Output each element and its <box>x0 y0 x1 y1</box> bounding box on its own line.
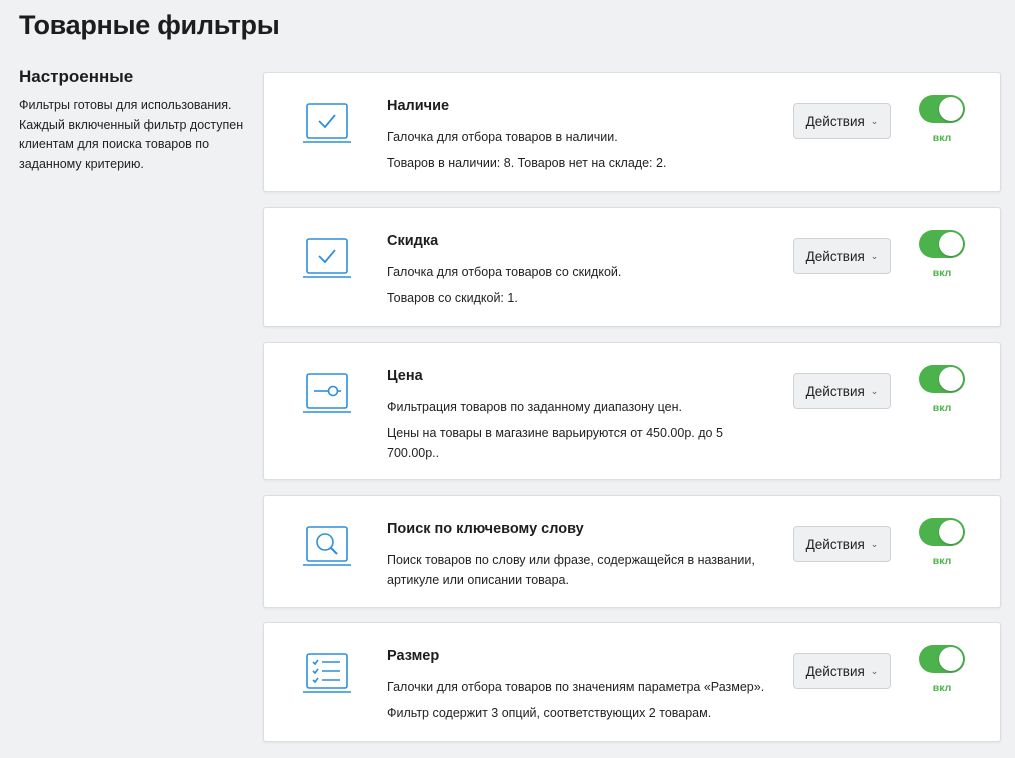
toggle-knob <box>939 367 963 391</box>
filter-description: Галочки для отбора товаров по значениям … <box>387 677 787 723</box>
toggle-knob <box>939 647 963 671</box>
toggle-status-label: вкл <box>932 267 952 279</box>
sidebar: Настроенные Фильтры готовы для использов… <box>19 67 251 174</box>
slider-icon <box>301 371 353 415</box>
filter-description: Фильтрация товаров по заданному диапазон… <box>387 397 787 463</box>
actions-label: Действия <box>805 536 865 552</box>
sidebar-description: Фильтры готовы для использования. Каждый… <box>19 98 244 171</box>
search-icon <box>301 524 353 568</box>
enable-toggle[interactable] <box>919 230 965 258</box>
filter-title: Цена <box>387 368 423 384</box>
filter-info-text: Товаров в наличии: 8. Товаров нет на скл… <box>387 156 667 170</box>
toggle-knob <box>939 520 963 544</box>
toggle-status-label: вкл <box>932 132 952 144</box>
chevron-down-icon: ⌄ <box>870 539 879 549</box>
filter-title: Поиск по ключевому слову <box>387 521 584 537</box>
filter-desc-text: Поиск товаров по слову или фразе, содерж… <box>387 553 755 587</box>
filter-card-keyword-search: Поиск по ключевому слову Поиск товаров п… <box>263 495 1001 608</box>
chevron-down-icon: ⌄ <box>870 116 879 126</box>
filter-info-text: Товаров со скидкой: 1. <box>387 291 518 305</box>
actions-dropdown-button[interactable]: Действия ⌄ <box>793 653 891 689</box>
filter-card-size: Размер Галочки для отбора товаров по зна… <box>263 622 1001 742</box>
filter-info-text: Фильтр содержит 3 опций, соответствующих… <box>387 706 712 720</box>
checkbox-icon <box>301 101 353 145</box>
chevron-down-icon: ⌄ <box>870 251 879 261</box>
enable-toggle[interactable] <box>919 365 965 393</box>
toggle-status-label: вкл <box>932 402 952 414</box>
toggle-knob <box>939 97 963 121</box>
page-title: Товарные фильтры <box>19 10 280 40</box>
filter-desc-text: Галочки для отбора товаров по значениям … <box>387 680 765 694</box>
filter-description: Галочка для отбора товаров в наличии. То… <box>387 127 787 173</box>
actions-label: Действия <box>805 383 865 399</box>
actions-label: Действия <box>805 663 865 679</box>
chevron-down-icon: ⌄ <box>870 386 879 396</box>
filter-description: Галочка для отбора товаров со скидкой. Т… <box>387 262 787 308</box>
enable-toggle[interactable] <box>919 518 965 546</box>
actions-dropdown-button[interactable]: Действия ⌄ <box>793 373 891 409</box>
toggle-knob <box>939 232 963 256</box>
enable-toggle[interactable] <box>919 645 965 673</box>
enable-toggle[interactable] <box>919 95 965 123</box>
filter-desc-text: Галочка для отбора товаров со скидкой. <box>387 265 622 279</box>
filter-desc-text: Галочка для отбора товаров в наличии. <box>387 130 618 144</box>
chevron-down-icon: ⌄ <box>870 666 879 676</box>
toggle-status-label: вкл <box>932 682 952 694</box>
filter-card-discount: Скидка Галочка для отбора товаров со ски… <box>263 207 1001 327</box>
filter-title: Скидка <box>387 233 439 249</box>
toggle-status-label: вкл <box>932 555 952 567</box>
filter-info-text: Цены на товары в магазине варьируются от… <box>387 426 723 460</box>
filter-card-availability: Наличие Галочка для отбора товаров в нал… <box>263 72 1001 192</box>
actions-dropdown-button[interactable]: Действия ⌄ <box>793 238 891 274</box>
sidebar-heading: Настроенные <box>19 67 134 86</box>
actions-label: Действия <box>805 248 865 264</box>
filter-card-price: Цена Фильтрация товаров по заданному диа… <box>263 342 1001 480</box>
filter-title: Размер <box>387 648 440 664</box>
filter-title: Наличие <box>387 98 450 114</box>
checkbox-icon <box>301 236 353 280</box>
actions-label: Действия <box>805 113 865 129</box>
checklist-icon <box>301 651 353 695</box>
actions-dropdown-button[interactable]: Действия ⌄ <box>793 526 891 562</box>
filter-description: Поиск товаров по слову или фразе, содерж… <box>387 550 787 590</box>
actions-dropdown-button[interactable]: Действия ⌄ <box>793 103 891 139</box>
filter-desc-text: Фильтрация товаров по заданному диапазон… <box>387 400 682 414</box>
